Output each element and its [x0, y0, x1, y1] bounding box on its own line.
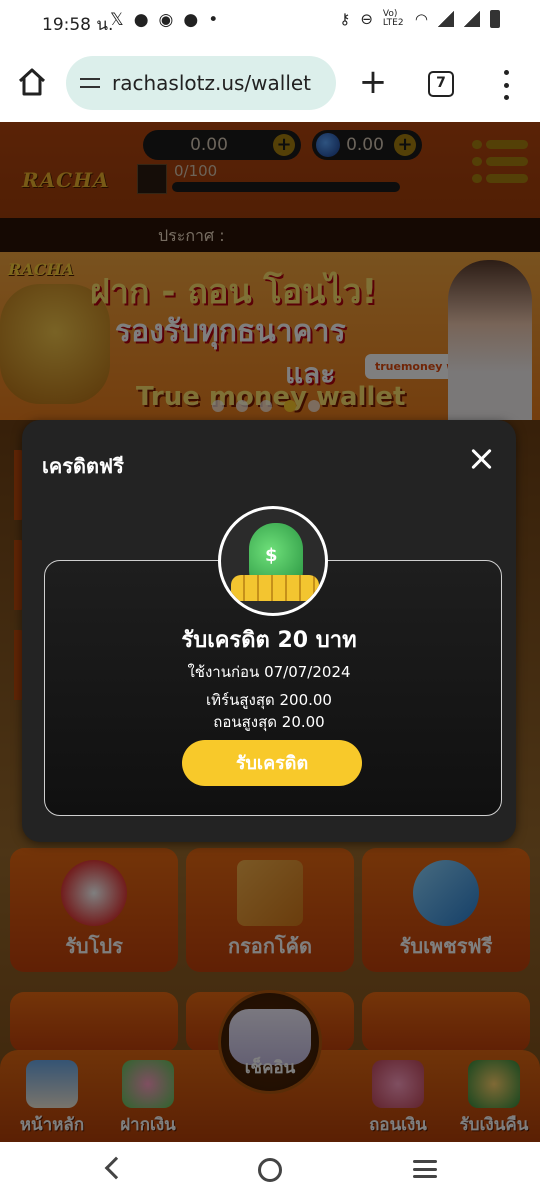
credit-heading: รับเครดิต 20 บาท [181, 628, 357, 653]
close-icon[interactable] [470, 448, 492, 470]
url-text: rachaslotz.us/wallet [112, 71, 312, 95]
more-notifications-dot: • [208, 10, 219, 30]
home-circle-icon[interactable] [258, 1158, 282, 1182]
dnd-icon: ⊖ [360, 10, 373, 28]
notification-icons: 𝕏 ● ◉ ● • [110, 10, 218, 30]
system-icons: ⚷ ⊖ Vo) LTE2 ◠ [339, 10, 500, 28]
browser-toolbar: rachaslotz.us/wallet + 7 [0, 44, 540, 122]
compass-icon: ◉ [158, 10, 174, 30]
system-nav-bar [0, 1142, 540, 1200]
max-withdraw: ถอนสูงสุด 20.00 [213, 713, 325, 731]
browser-menu-button[interactable] [496, 70, 516, 100]
site-settings-icon[interactable] [80, 73, 102, 93]
home-icon[interactable] [16, 66, 48, 98]
back-icon[interactable] [104, 1156, 128, 1180]
modal-title: เครดิตฟรี [42, 454, 124, 478]
chat-icon: ● [133, 10, 149, 30]
free-credit-modal: เครดิตฟรี $ รับเครดิต 20 บาท ใช้งานก่อน … [22, 420, 516, 842]
line-icon: ● [183, 10, 199, 30]
volte-label: Vo) LTE2 [382, 9, 404, 28]
status-time: 19:58 น. [42, 15, 114, 35]
tab-switcher-button[interactable]: 7 [428, 71, 454, 97]
expire-date: ใช้งานก่อน 07/07/2024 [187, 663, 351, 681]
status-bar: 19:58 น. 𝕏 ● ◉ ● • ⚷ ⊖ Vo) LTE2 ◠ [0, 0, 540, 44]
recents-icon[interactable] [413, 1160, 437, 1178]
key-icon: ⚷ [339, 10, 351, 28]
x-icon: 𝕏 [110, 10, 124, 30]
max-turnover: เทิร์นสูงสุด 200.00 [206, 691, 332, 709]
money-bag-icon: $ [218, 506, 328, 616]
signal-icon [438, 11, 454, 27]
claim-credit-button[interactable]: รับเครดิต [182, 740, 362, 786]
battery-icon [490, 10, 500, 28]
address-bar[interactable]: rachaslotz.us/wallet [66, 56, 336, 110]
new-tab-button[interactable]: + [356, 62, 390, 102]
signal-icon-2 [464, 11, 480, 27]
wifi-icon: ◠ [414, 10, 428, 28]
